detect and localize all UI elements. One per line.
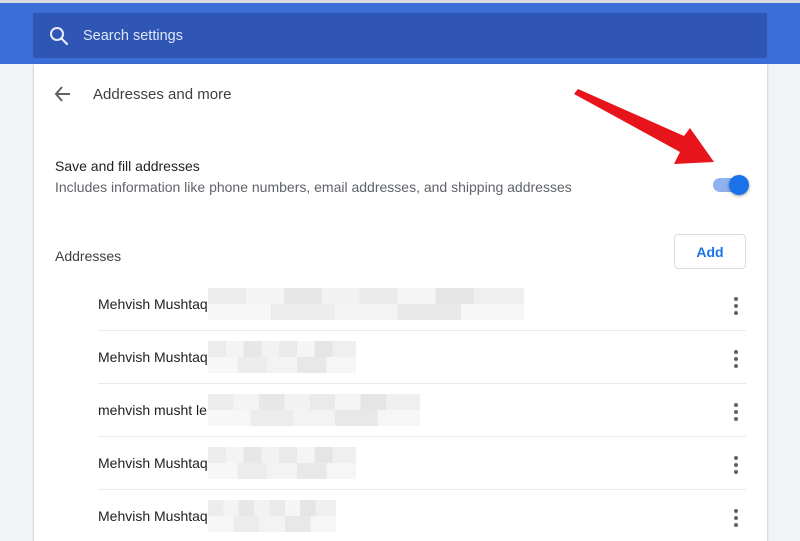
search-box[interactable]: Search settings — [33, 13, 767, 58]
page-title: Addresses and more — [93, 85, 232, 103]
save-addresses-toggle[interactable] — [713, 173, 749, 197]
address-list: Mehvish Mushtaq Mehvish Mushtaq mehvish … — [98, 278, 746, 541]
more-vert-icon[interactable] — [724, 294, 748, 318]
more-vert-icon[interactable] — [724, 453, 748, 477]
address-name: mehvish musht le — [98, 402, 207, 418]
redacted-blur — [208, 394, 420, 426]
top-bar: Search settings — [0, 0, 800, 64]
redacted-blur — [208, 447, 356, 479]
more-vert-icon[interactable] — [724, 400, 748, 424]
search-icon — [50, 26, 69, 45]
address-row[interactable]: Mehvish Mushtaq — [98, 437, 746, 490]
address-row[interactable]: Mehvish Mushtaq — [98, 331, 746, 384]
addresses-section-label: Addresses — [55, 248, 122, 264]
back-arrow-icon[interactable] — [53, 84, 73, 104]
address-row[interactable]: mehvish musht le — [98, 384, 746, 437]
annotation-arrow-icon — [574, 89, 714, 164]
address-name: Mehvish Mushtaq — [98, 296, 208, 312]
setting-description: Includes information like phone numbers,… — [55, 179, 572, 195]
setting-title: Save and fill addresses — [55, 158, 200, 174]
toggle-knob — [729, 175, 749, 195]
more-vert-icon[interactable] — [724, 506, 748, 530]
redacted-blur — [208, 500, 336, 532]
redacted-blur — [208, 341, 356, 373]
address-name: Mehvish Mushtaq — [98, 455, 208, 471]
redacted-blur — [208, 288, 524, 320]
address-row[interactable]: Mehvish Mushtaq — [98, 278, 746, 331]
address-name: Mehvish Mushtaq — [98, 349, 208, 365]
add-address-button[interactable]: Add — [674, 234, 746, 269]
search-input[interactable]: Search settings — [83, 28, 183, 44]
address-name: Mehvish Mushtaq — [98, 508, 208, 524]
address-row[interactable]: Mehvish Mushtaq — [98, 490, 746, 541]
more-vert-icon[interactable] — [724, 347, 748, 371]
